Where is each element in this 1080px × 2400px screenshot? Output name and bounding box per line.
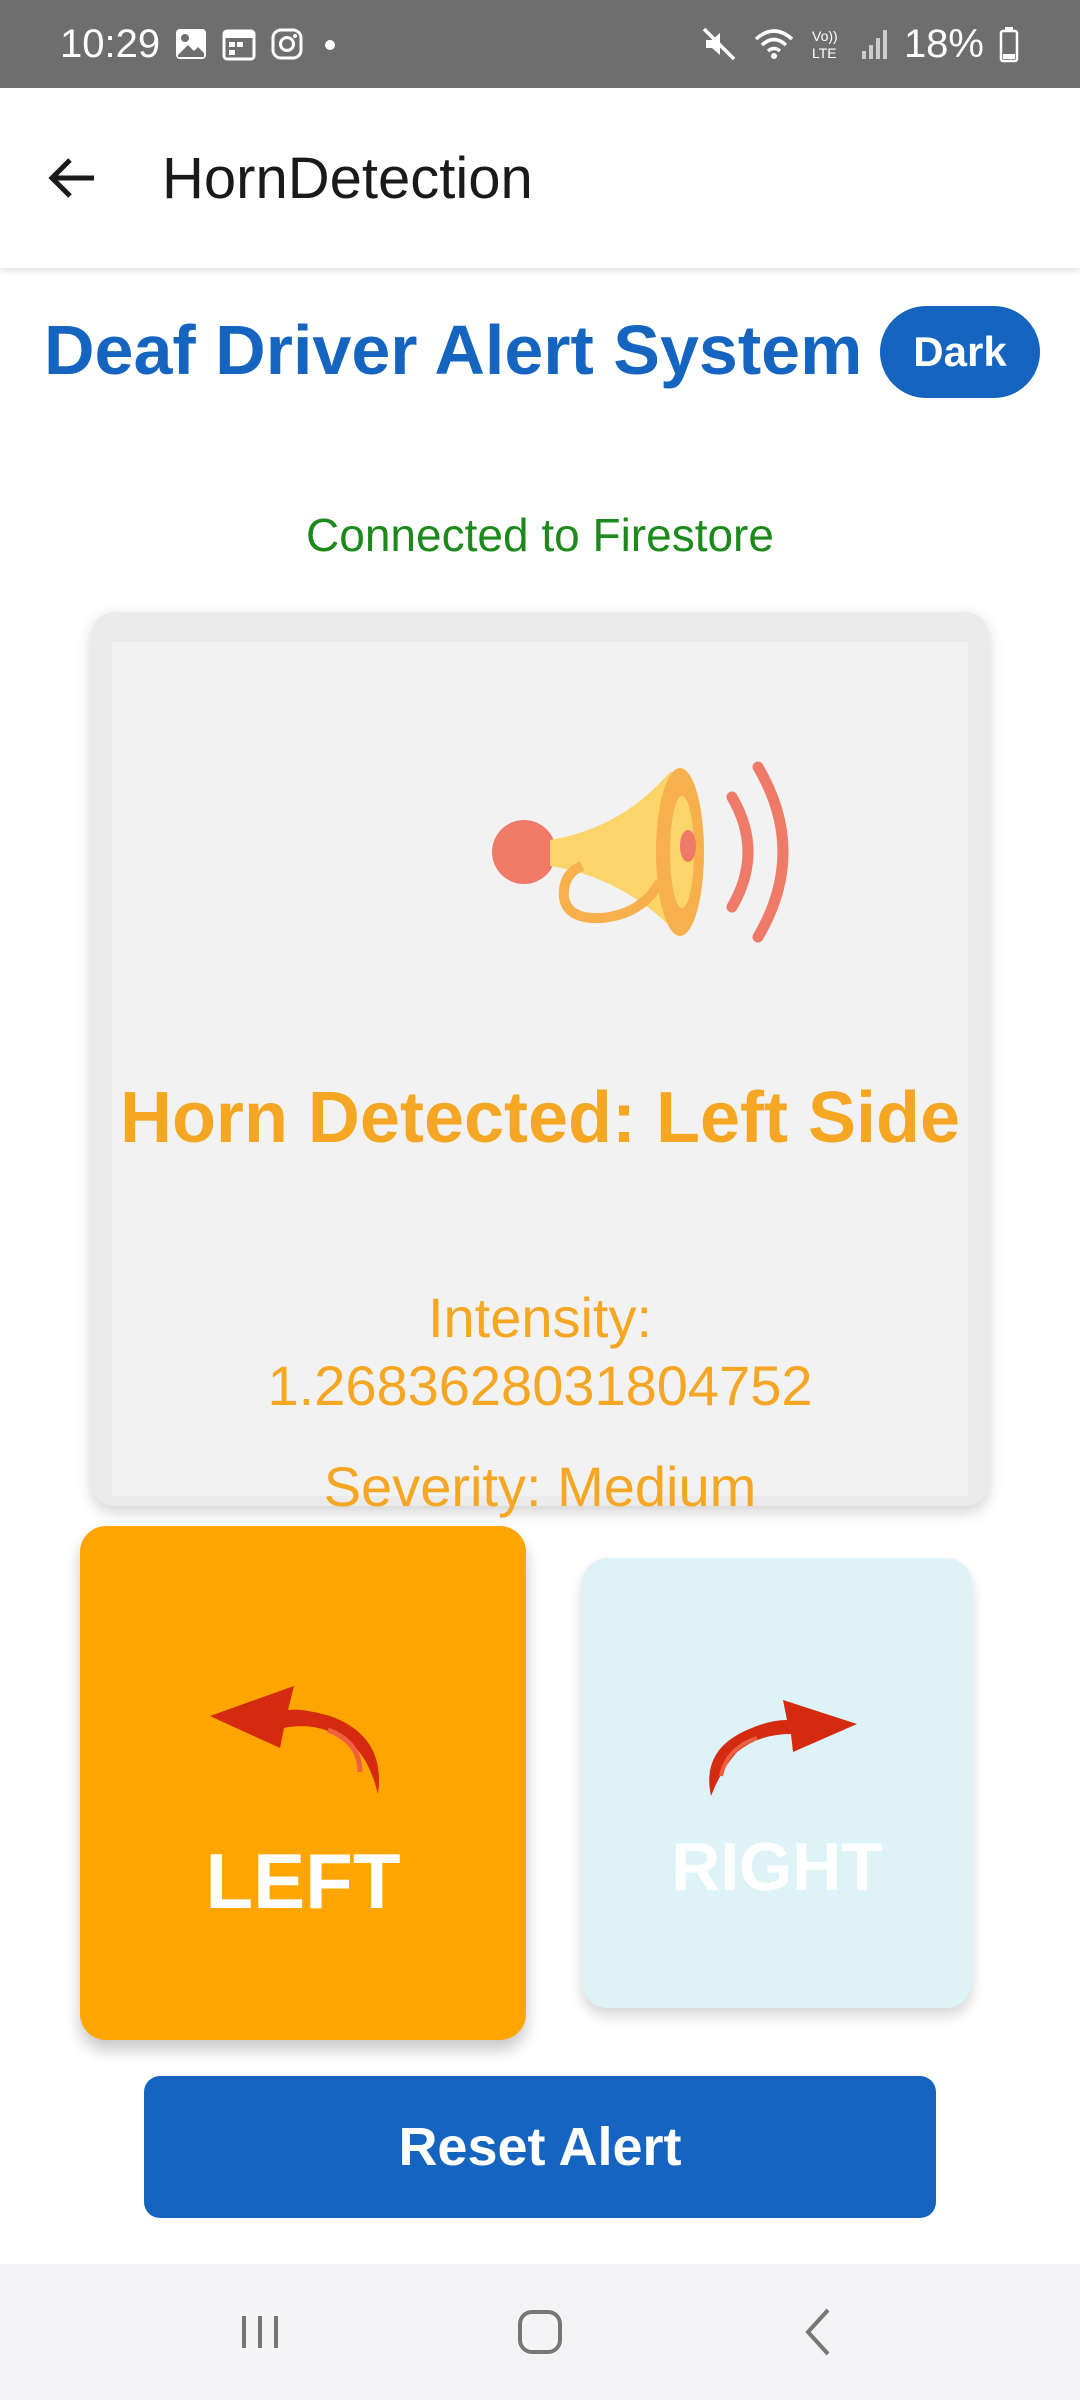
dark-mode-toggle[interactable]: Dark — [880, 306, 1040, 398]
alert-title: Horn Detected: Left Side — [119, 1078, 961, 1158]
home-button[interactable] — [480, 2282, 600, 2382]
volte-icon: Vo)) LTE — [810, 25, 846, 63]
alert-intensity: Intensity: 1.2683628031804752 — [112, 1284, 968, 1420]
calendar-icon — [222, 27, 256, 61]
intensity-value: 1.2683628031804752 — [267, 1354, 813, 1417]
app-bar: HornDetection — [0, 88, 1080, 268]
recent-apps-button[interactable] — [200, 2282, 320, 2382]
battery-percent: 18% — [903, 21, 984, 66]
dot-icon — [318, 27, 342, 61]
system-back-icon — [805, 2308, 830, 2356]
curved-right-arrow-icon — [709, 1700, 857, 1796]
status-time: 10:29 — [60, 21, 161, 66]
alert-card: Horn Detected: Left Side Intensity: 1.26… — [92, 612, 988, 1518]
curved-left-arrow-icon — [210, 1686, 379, 1794]
system-nav-bar — [0, 2264, 1080, 2400]
alert-card-inner: Horn Detected: Left Side Intensity: 1.26… — [112, 642, 968, 1518]
horn-icon — [492, 761, 789, 943]
intensity-label: Intensity: — [427, 1286, 653, 1349]
left-direction-button[interactable]: LEFT — [80, 1526, 526, 2040]
home-icon — [518, 2310, 562, 2354]
instagram-icon — [270, 27, 304, 61]
status-bar: 10:29 Vo)) LTE 18% — [0, 0, 1080, 88]
battery-icon — [998, 25, 1020, 63]
right-direction-button[interactable]: RIGHT — [582, 1558, 972, 2008]
left-label: LEFT — [205, 1837, 401, 1925]
status-left: 10:29 — [60, 22, 342, 67]
page-title: Deaf Driver Alert System — [44, 311, 863, 389]
gallery-icon — [174, 27, 208, 61]
right-label: RIGHT — [671, 1829, 883, 1905]
app-title: HornDetection — [162, 145, 533, 211]
back-arrow-icon — [48, 158, 94, 198]
wifi-icon — [752, 25, 796, 63]
status-right: Vo)) LTE 18% — [700, 22, 1020, 67]
system-back-button[interactable] — [760, 2282, 880, 2382]
connection-status: Connected to Firestore — [306, 509, 774, 561]
mute-icon — [700, 25, 738, 63]
reset-alert-button[interactable]: Reset Alert — [144, 2076, 936, 2218]
svg-text:LTE: LTE — [812, 45, 837, 61]
alert-severity: Severity: Medium — [323, 1455, 757, 1518]
back-button[interactable] — [32, 138, 112, 218]
header-row: Deaf Driver Alert System Dark — [0, 300, 1080, 410]
recent-apps-icon — [242, 2316, 278, 2348]
signal-icon — [860, 25, 890, 63]
svg-text:Vo)): Vo)) — [812, 28, 838, 44]
